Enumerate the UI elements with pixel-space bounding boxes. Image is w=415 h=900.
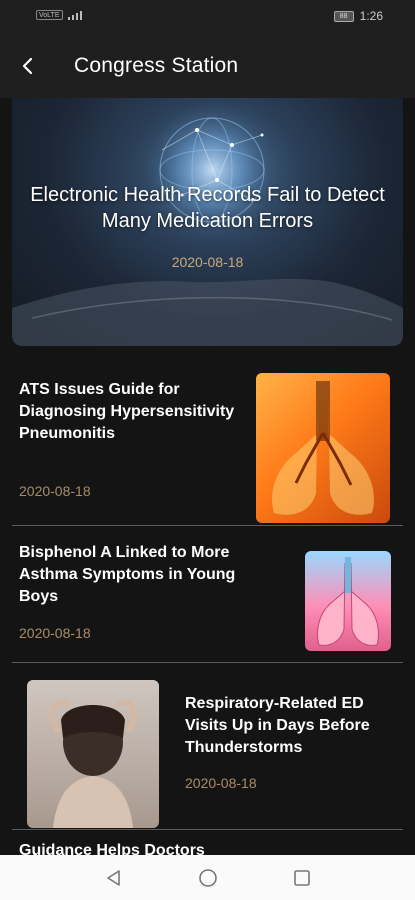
battery-icon: 88 [333,10,354,22]
hero-date: 2020-08-18 [171,254,244,270]
article-title: Respiratory-Related ED Visits Up in Days… [185,695,370,756]
article-title: Bisphenol A Linked to More Asthma Sympto… [19,544,236,605]
article-thumbnail [27,680,159,828]
list-item[interactable]: Respiratory-Related ED Visits Up in Days… [12,663,403,830]
app-bar: Congress Station [0,34,415,98]
page-title: Congress Station [74,54,239,77]
article-title: ATS Issues Guide for Diagnosing Hypersen… [19,381,235,442]
circle-home-icon [198,868,217,887]
article-date: 2020-08-18 [19,483,91,499]
back-button[interactable] [14,52,42,80]
lungs-image [272,381,374,515]
article-thumbnail [256,373,390,523]
triangle-back-icon [106,869,120,886]
article-date: 2020-08-18 [185,775,257,791]
square-recents-icon [293,869,310,886]
nav-home-button[interactable] [197,867,219,889]
globe-network-image [142,100,282,240]
clock: 1:26 [359,9,383,23]
hand-image [12,278,403,346]
person-image [49,699,137,828]
list-item[interactable]: ATS Issues Guide for Diagnosing Hypersen… [12,366,403,526]
article-thumbnail [305,551,391,651]
nav-recents-button[interactable] [291,867,313,889]
article-date: 2020-08-18 [19,625,91,641]
volte-indicator: VoLTE [36,10,63,20]
hero-title: Electronic Health Records Fail to Detect… [30,184,385,232]
signal-icon [67,11,82,20]
system-nav-bar [0,855,415,900]
chevron-left-icon [22,57,33,75]
hero-article-card[interactable]: Electronic Health Records Fail to Detect… [12,98,403,346]
lungs-image [317,557,379,646]
nav-back-button[interactable] [103,867,125,889]
status-bar: VoLTE 88 1:26 [0,0,415,34]
list-item[interactable]: Bisphenol A Linked to More Asthma Sympto… [12,526,403,663]
